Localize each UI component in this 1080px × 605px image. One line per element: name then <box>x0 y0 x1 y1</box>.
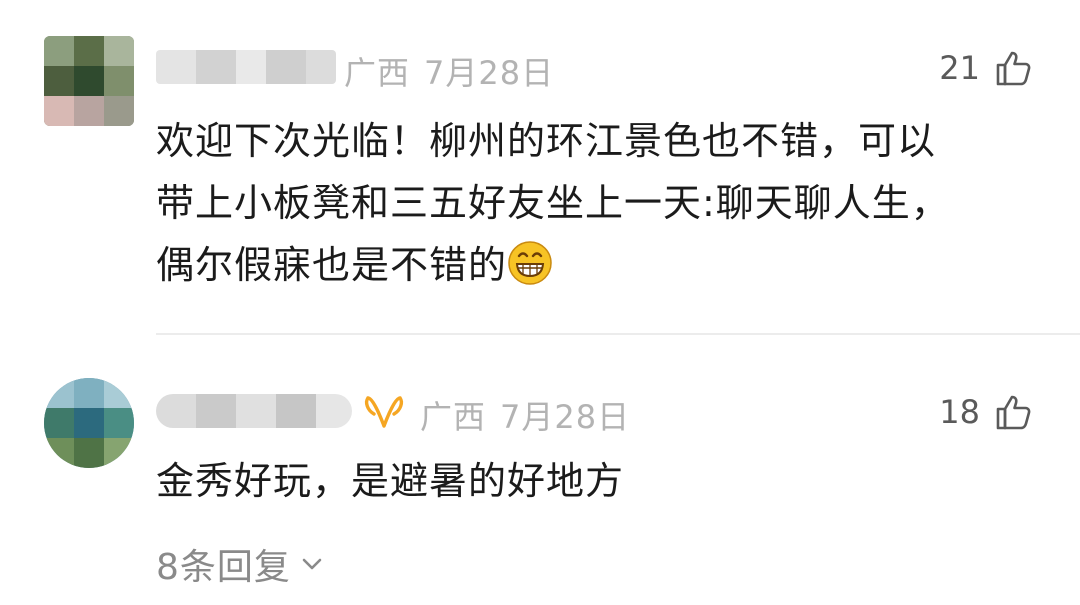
divider <box>156 333 1080 335</box>
comment-location: 广西 <box>420 398 487 436</box>
chevron-down-icon <box>302 558 322 570</box>
grinning-face-icon <box>508 241 552 285</box>
thumbs-up-icon <box>996 51 1031 86</box>
like-button[interactable]: 18 <box>939 392 1034 432</box>
comment-text-line: 带上小板凳和三五好友坐上一天:聊天聊人生， <box>156 181 950 225</box>
comment-text: 欢迎下次光临！柳州的环江景色也不错，可以 带上小板凳和三五好友坐上一天:聊天聊人… <box>156 110 1040 296</box>
comment-text-line: 偶尔假寐也是不错的 <box>156 243 508 287</box>
like-button[interactable]: 21 <box>939 48 1034 88</box>
username-blurred[interactable] <box>156 50 336 84</box>
comment-text-line-last: 偶尔假寐也是不错的 <box>156 234 1040 296</box>
comment-text-line: 欢迎下次光临！柳州的环江景色也不错，可以 <box>156 119 937 163</box>
avatar[interactable] <box>44 378 134 468</box>
avatar[interactable] <box>44 36 134 126</box>
username-blurred[interactable] <box>156 394 352 428</box>
comment-meta: 广西 7月28日 <box>344 48 568 94</box>
vip-badge-icon <box>364 396 404 428</box>
view-replies-button[interactable]: 8条回复 <box>156 538 325 590</box>
thumbs-up-icon <box>996 395 1031 430</box>
comment-location: 广西 <box>344 54 411 92</box>
like-count: 21 <box>939 49 980 87</box>
replies-count-label: 8条回复 <box>156 547 291 588</box>
like-count: 18 <box>939 393 980 431</box>
comment-date: 7月28日 <box>500 398 631 436</box>
comment-text: 金秀好玩，是避暑的好地方 <box>156 450 1040 512</box>
comment-list: 广西 7月28日 21 欢迎下次光临！柳州的环江景色也不错，可以 带上小板凳和三五… <box>0 0 1080 605</box>
comment-text-line: 金秀好玩，是避暑的好地方 <box>156 459 625 503</box>
comment-meta: 广西 7月28日 <box>420 392 644 438</box>
comment-date: 7月28日 <box>424 54 555 92</box>
